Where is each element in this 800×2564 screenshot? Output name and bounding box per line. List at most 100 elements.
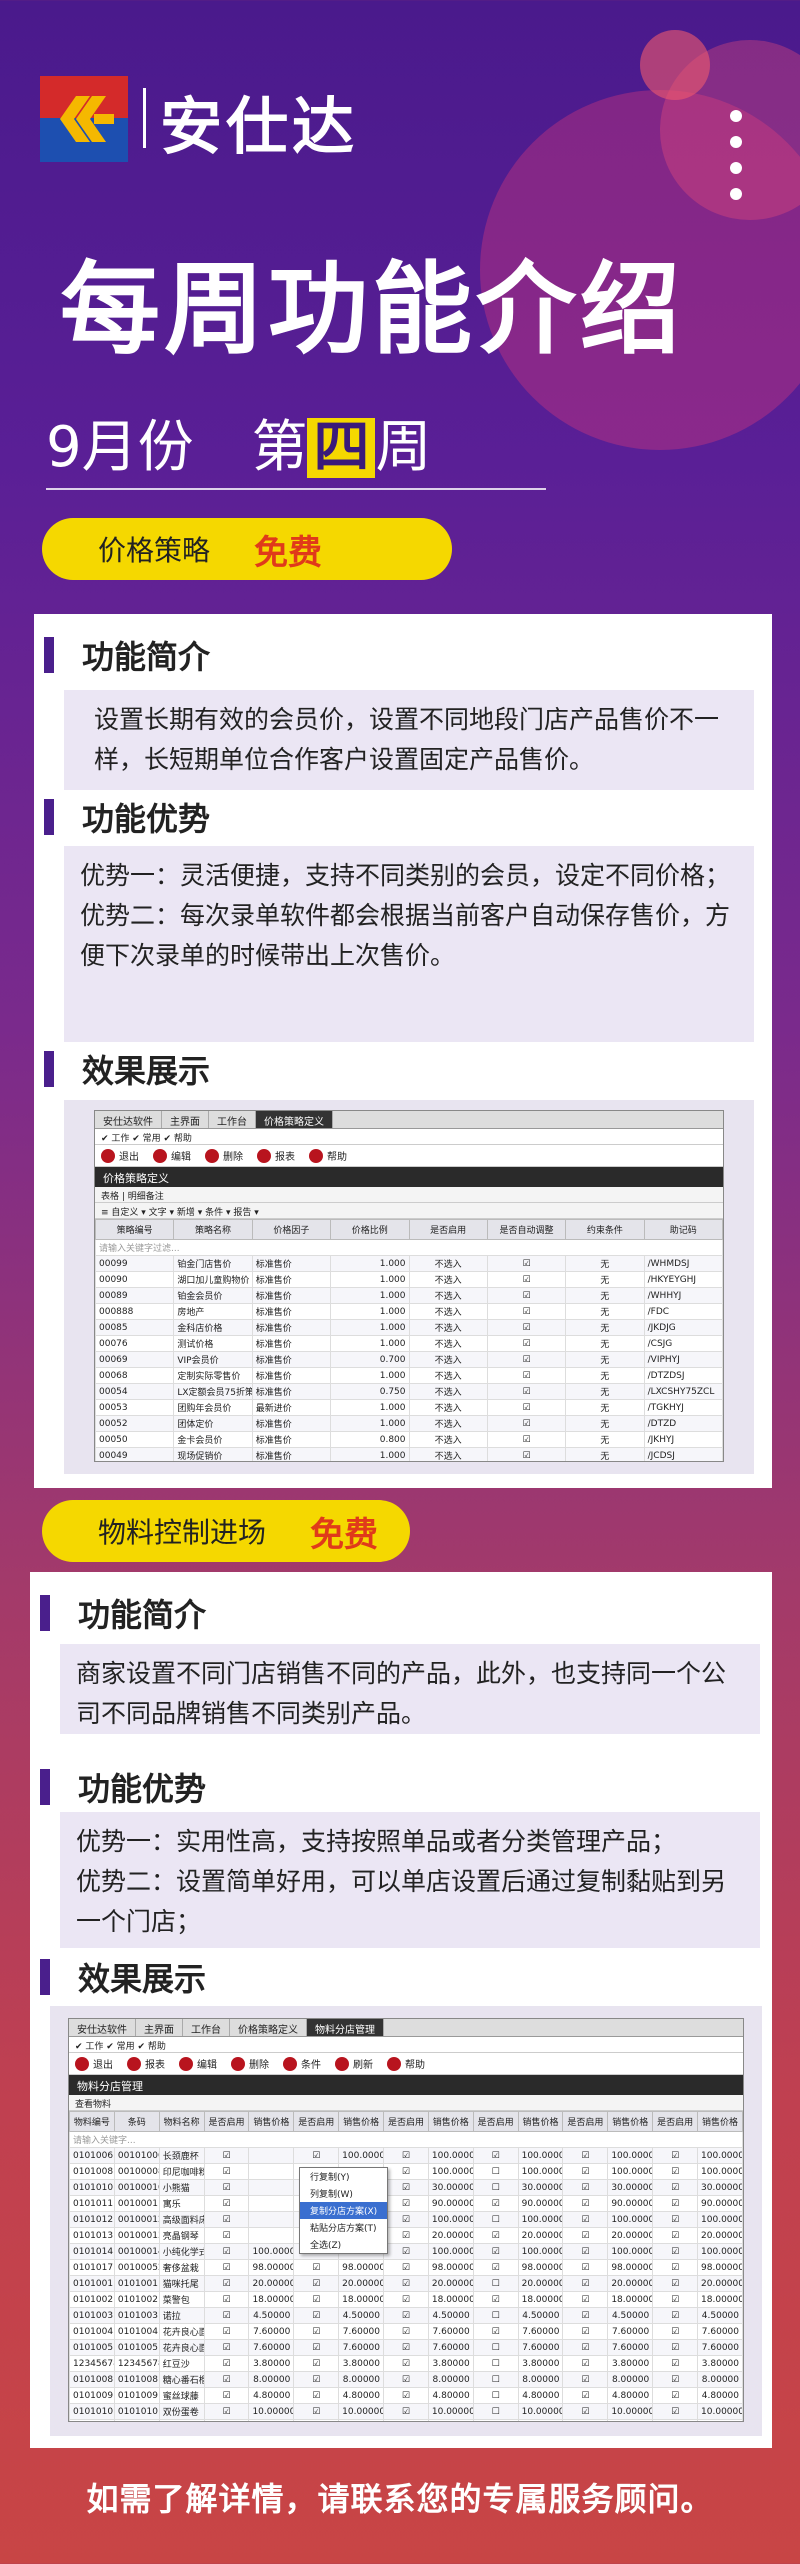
table-row[interactable]: 0101002 0101002 菜警包 ☑ 18.00000 ☑ 18.00000 ☑ 18.0… [69,2291,743,2308]
table-row[interactable]: 00089 铂金会员价 标准售价 1.000 不选入 ☑ 无/WHHYJ [95,1287,723,1304]
table-row[interactable]: 00090 湖口加儿童购物价 标准售价 1.000 不选入 ☑ 无/HKYEYGHJ [95,1271,723,1288]
column-header[interactable]: 销售价格 [697,2111,743,2132]
table-row[interactable]: 010101000100010小熊猫☑☑30.00000☑30.00000☐30… [69,2179,743,2196]
column-header[interactable]: 价格因子 [251,1219,332,1240]
table-cell: 不选入 [408,1431,488,1448]
column-header[interactable]: 是否启用 [472,2111,519,2132]
table-cell: ☑ [472,2291,519,2308]
table-cell: ☑ [652,2419,699,2421]
table-row[interactable]: 00052 团体定价 标准售价 1.000 不选入 ☑ 无/DTZD [95,1415,723,1432]
column-header[interactable]: 策略编号 [95,1219,175,1240]
table-row[interactable]: 00050 金卡会员价 标准售价 0.800 不选入 ☑ 无/JKHYJ [95,1431,723,1448]
filter-row[interactable]: 请输入关键字过滤... [95,1239,723,1256]
table-row[interactable]: 0101001 0101001 猫咪托尾 ☑ 20.00000 ☑ 20.00000 ☑ 20.… [69,2275,743,2292]
table-cell: ☑ [383,2163,429,2180]
table-row[interactable]: 00068 定制实际零售价 标准售价 1.000 不选入 ☑ 无/DTZDSJ [95,1367,723,1384]
table-row[interactable]: 0101013 00100013 亮晶钢琴 ☑ ☑ 20.00000 ☑ 20.00000 ☑ 2… [69,2227,743,2244]
table-cell: 0101001 [69,2275,115,2292]
toolbar-button[interactable]: 退出 [75,2056,113,2071]
column-header[interactable]: 销售价格 [607,2111,654,2132]
context-menu-item[interactable]: 全选(Z) [300,2236,387,2253]
table-row[interactable]: 0101008 0101008 糖心番石榴 ☑ 8.00000 ☑ 8.00000 ☑ 8.00… [69,2371,743,2388]
table-row[interactable]: 00069 VIP会员价 标准售价 0.700 不选入 ☑ 无/VIPHYJ [95,1351,723,1368]
table-cell: ☑ [293,2355,340,2372]
table-row[interactable]: 00085 金科店价格 标准售价 1.000 不选入 ☑ 无/JKDJG [95,1319,723,1336]
filter-row[interactable]: 请输入关键字... [69,2131,743,2148]
table-row[interactable]: 010101200100012高级面料床+水床罩☑☑100.00000☑100.… [69,2211,743,2228]
table-row[interactable]: 0101011 00100011 寓乐 ☑ ☑ 90.00000 ☑ 90.00000 ☑ 90.… [69,2195,743,2212]
column-header[interactable]: 是否启用 [562,2111,609,2132]
context-menu-item[interactable]: 列复制(W) [300,2185,387,2202]
toolbar-button[interactable]: 条件 [283,2056,321,2071]
column-header[interactable]: 销售价格 [517,2111,564,2132]
column-header[interactable]: 约束条件 [565,1219,645,1240]
table-row[interactable]: 010101400100014小纯化学式加工业☑100.00000☑100.00… [69,2243,743,2260]
table-row[interactable]: 00049 现场促销价 标准售价 1.000 不选入 ☑ 无/JCDSJ [95,1447,723,1461]
column-header[interactable]: 策略名称 [173,1219,253,1240]
table-row[interactable]: 0101009 0101009 蜜丝球藤 ☑ 4.80000 ☑ 4.80000 ☑ 4.800… [69,2387,743,2404]
toolbar-button[interactable]: 删除 [231,2056,269,2071]
column-header[interactable]: 条码 [113,2111,160,2132]
toolbar-button[interactable]: 退出 [101,1148,139,1163]
table-row[interactable]: 00054LX定额会员75折策略标准售价0.750不选入☑无/LXCSHY75Z… [95,1383,723,1400]
table-cell: 0101008 [69,2163,115,2180]
toolbar-button[interactable]: 报表 [257,1148,295,1163]
window-tab[interactable]: 价格策略定义 [230,2019,307,2036]
toolbar-button[interactable]: 编辑 [179,2056,217,2071]
table-row[interactable]: 00076 测试价格 标准售价 1.000 不选入 ☑ 无/CSJG [95,1335,723,1352]
column-header[interactable]: 是否启用 [652,2111,699,2132]
vertical-dots-icon [730,110,742,214]
window-tab[interactable]: 主界面 [136,2019,183,2036]
table-cell: ☑ [652,2211,699,2228]
table-cell: 铂金门店售价 [173,1255,253,1272]
column-header[interactable]: 是否自动调整 [486,1219,567,1240]
window-tab[interactable]: 安仕达软件 [95,1111,162,1128]
toolbar-button[interactable]: 报表 [127,2056,165,2071]
table-row[interactable]: 1234567891212345678912红豆沙☑3.80000☑3.8000… [69,2355,743,2372]
column-header[interactable]: 销售价格 [248,2111,295,2132]
table-row[interactable]: 010100800100008印尼咖啡粉☑☑100.00000☑100.0000… [69,2163,743,2180]
table-row[interactable]: 010100600101006长颈鹿杯☑☑100.00000☑100.00000… [69,2147,743,2164]
table-row[interactable]: 01010040101004花卉良心面然黑色☑7.60000☑7.60000☑7… [69,2323,743,2340]
column-header[interactable]: 销售价格 [427,2111,474,2132]
table-cell: 寓乐 [158,2195,205,2212]
table-cell: /JKDJG [643,1319,723,1336]
window-tab[interactable]: 工作台 [183,2019,230,2036]
table-row[interactable]: 01010050101005花卉良心面裙裤☑7.60000☑7.60000☑7.… [69,2339,743,2356]
table-cell: 00100014 [113,2243,160,2260]
table-row[interactable]: 00053 团购年会员价 最新进价 1.000 不选入 ☑ 无/TGKHYJ [95,1399,723,1416]
window-tab[interactable]: 工作台 [209,1111,256,1128]
window-tab[interactable]: 主界面 [162,1111,209,1128]
column-header[interactable]: 销售价格 [338,2111,385,2132]
column-header[interactable]: 物料名称 [158,2111,205,2132]
table-row[interactable]: 00099 铂金门店售价 标准售价 1.000 不选入 ☑ 无/WHMDSJ [95,1255,723,1272]
window-tab[interactable]: 价格策略定义 [256,1111,333,1128]
toolbar-button[interactable]: 帮助 [387,2056,425,2071]
column-header[interactable]: 是否启用 [408,1219,488,1240]
toolbar-button[interactable]: 删除 [205,1148,243,1163]
table-row[interactable]: 000888 房地产 标准售价 1.000 不选入 ☑ 无/FDC [95,1303,723,1320]
table-row[interactable]: 0101010 0101010 双份蛋卷 ☑ 10.00000 ☑ 10.00000 ☑ 10.… [69,2403,743,2420]
column-header[interactable]: 助记码 [643,1219,723,1240]
column-header[interactable]: 物料编号 [69,2111,115,2132]
table-row[interactable]: 0101017 00100052 奢侈盆栽 ☑ 98.00000 ☑ 98.00000 ☑ 98… [69,2259,743,2276]
column-header[interactable]: 价格比例 [330,1219,410,1240]
context-menu-item[interactable]: 行复制(Y) [300,2168,387,2185]
window-tab[interactable]: 安仕达软件 [69,2019,136,2036]
toolbar-button[interactable]: 帮助 [309,1148,347,1163]
column-header[interactable]: 是否启用 [293,2111,340,2132]
window-tab[interactable]: 物料分店管理 [307,2019,384,2036]
column-header[interactable]: 是否启用 [383,2111,429,2132]
context-menu-item[interactable]: 粘贴分店方案(T) [300,2219,387,2236]
table-cell: 00054 [95,1383,175,1400]
context-menu-item[interactable]: 复制分店方案(X) [300,2202,388,2219]
table-cell: ☑ [486,1399,567,1416]
table-cell: ☑ [203,2211,250,2228]
table-row[interactable]: 0101003 0101003 诺拉 ☑ 4.50000 ☑ 4.50000 ☑ 4.50000… [69,2307,743,2324]
table-cell: ☑ [562,2227,609,2244]
table-row[interactable]: 01010110101011蛋饭炸鸡☑4.80000☑4.80000☑4.800… [69,2419,743,2421]
column-header[interactable]: 是否启用 [203,2111,250,2132]
table-cell: 8.00000 [427,2371,474,2388]
toolbar-button[interactable]: 刷新 [335,2056,373,2071]
toolbar-button[interactable]: 编辑 [153,1148,191,1163]
